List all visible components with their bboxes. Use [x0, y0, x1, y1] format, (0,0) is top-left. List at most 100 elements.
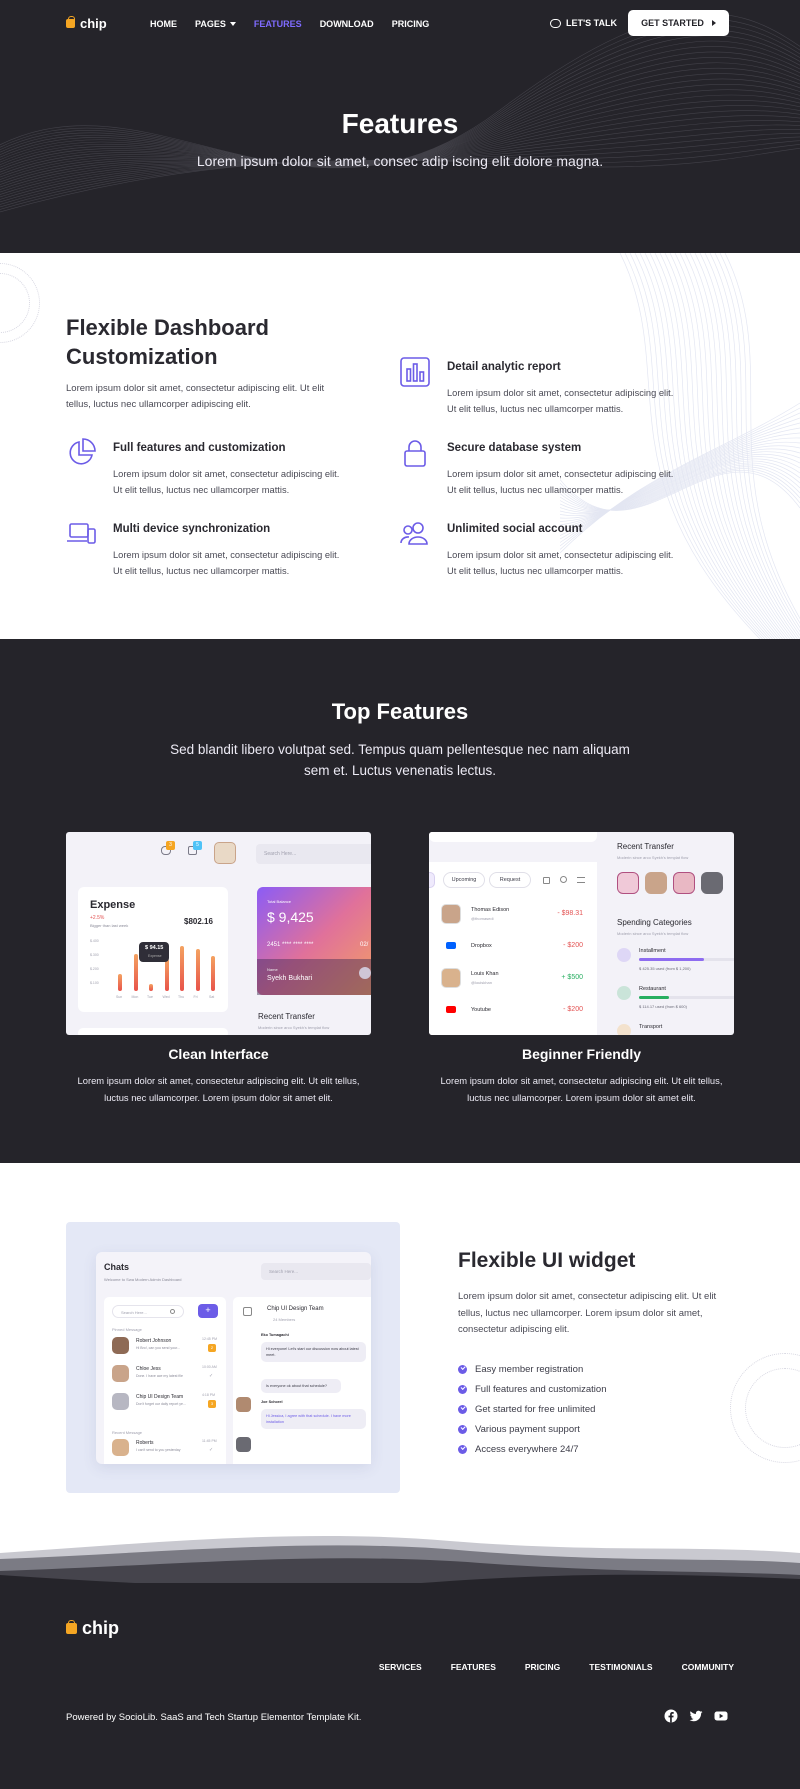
menu-item-features[interactable]: FEATURES	[254, 19, 302, 29]
top-features-section: Top Features Sed blandit libero volutpat…	[0, 639, 800, 1163]
chat-subtitle: Welcome to Swa Modern Admin Dashboard	[104, 1277, 182, 1282]
notification-badge: 5	[193, 841, 202, 850]
category-name: Installment	[639, 948, 666, 954]
avatar	[112, 1337, 129, 1354]
unread-badge: 2	[208, 1344, 216, 1352]
tab-partial[interactable]	[429, 872, 435, 888]
get-started-button[interactable]: GET STARTED	[628, 10, 729, 36]
card-holder-name: Syekh Bukhari	[267, 975, 313, 982]
contact-time: 12:45 PM	[202, 1337, 217, 1341]
search-input[interactable]: Search Here...	[256, 844, 371, 864]
expense-bar	[149, 983, 153, 991]
copyright-text: Powered by SocioLib. SaaS and Tech Start…	[66, 1712, 362, 1723]
play-arrow-icon	[711, 20, 716, 26]
message-author: Joe Schorel	[261, 1400, 283, 1404]
feature-title: Multi device synchronization	[113, 523, 271, 535]
card-title: Beginner Friendly	[521, 1046, 642, 1062]
card-title: Clean Interface	[168, 1046, 269, 1062]
footer-link-services[interactable]: SERVICES	[379, 1662, 422, 1672]
facebook-icon[interactable]	[664, 1709, 678, 1723]
contact-name[interactable]: Chip UI Design Team	[136, 1394, 183, 1400]
menu-item-download[interactable]: DOWNLOAD	[320, 19, 374, 29]
chat-app-window: Chats Welcome to Swa Modern Admin Dashbo…	[96, 1252, 371, 1464]
logo[interactable]: chip	[66, 16, 107, 31]
hero-section: chip HOME PAGES FEATURES DOWNLOAD PRICIN…	[0, 0, 800, 253]
transaction-name: Louis Khan	[471, 971, 499, 977]
spending-note: Moderin since arco Syekh's templat flow	[617, 931, 689, 936]
expense-bar	[164, 958, 169, 991]
feature-text: Lorem ipsum dolor sit amet, consectetur …	[113, 550, 340, 576]
balance-card: Total Balance $ 9,425 2451 **** **** ***…	[257, 887, 371, 995]
shopping-bag-icon	[66, 1620, 77, 1634]
twitter-icon[interactable]	[689, 1709, 703, 1723]
footer-logo[interactable]: chip	[66, 1618, 119, 1639]
footer-link-pricing[interactable]: PRICING	[525, 1662, 560, 1672]
avatar[interactable]	[701, 872, 723, 894]
avatar[interactable]	[617, 872, 639, 894]
flexible-dashboard-section: Flexible Dashboard Customization Lorem i…	[0, 253, 800, 639]
list-item: Access everywhere 24/7	[458, 1439, 606, 1459]
transaction-handle: @louiskhan	[471, 980, 492, 985]
expense-bar	[211, 956, 215, 991]
brand-mark	[446, 942, 456, 949]
footer-body	[0, 1583, 800, 1789]
x-axis-label: Tue	[147, 995, 153, 999]
expense-bar	[180, 946, 184, 991]
list-item: Various payment support	[458, 1419, 606, 1439]
transaction-amount: - $98.31	[557, 910, 583, 917]
page-subtitle: Lorem ipsum dolor sit amet, consec adip …	[196, 153, 604, 169]
menu-label: FEATURES	[253, 19, 302, 29]
category-icon	[617, 948, 631, 962]
spending-title: Spending Categories	[617, 918, 692, 927]
x-axis-label: Sat	[209, 995, 215, 999]
filter-icon[interactable]	[577, 877, 585, 883]
category-name: Transport	[639, 1024, 663, 1030]
section-title: Top Features	[331, 699, 469, 724]
x-axis-label: Sun	[116, 995, 123, 999]
category-icon	[617, 986, 631, 1000]
y-axis-label: $.300	[90, 953, 99, 957]
tab-request[interactable]: Request	[489, 872, 531, 888]
menu-item-home[interactable]: HOME	[150, 19, 177, 29]
avatar[interactable]	[645, 872, 667, 894]
calendar-icon[interactable]	[543, 877, 550, 884]
expense-note: Bigger than last week	[90, 923, 129, 928]
transaction-name: Dropbox	[471, 943, 492, 949]
contact-preview: Don't forget our daily report ye...	[136, 1402, 186, 1406]
menu-item-pricing[interactable]: PRICING	[392, 19, 430, 29]
ui-widget-section: Chats Welcome to Swa Modern Admin Dashbo…	[0, 1163, 800, 1523]
search-input[interactable]: Search Here...	[261, 1263, 371, 1280]
avatar[interactable]	[214, 842, 236, 864]
footer-link-features[interactable]: FEATURES	[451, 1662, 496, 1672]
avatar[interactable]	[673, 872, 695, 894]
footer-link-testimonials[interactable]: TESTIMONIALS	[589, 1662, 652, 1672]
footer-link-community[interactable]: COMMUNITY	[682, 1662, 734, 1672]
balance-label: Total Balance	[267, 899, 292, 904]
contact-name[interactable]: Robert Johnson	[136, 1338, 171, 1344]
thread-members: 24 Members	[273, 1317, 296, 1322]
lets-talk-link[interactable]: LET'S TALK	[550, 18, 617, 28]
message-author: Eko Tumagachi	[261, 1333, 289, 1337]
tab-upcoming[interactable]: Upcoming	[443, 872, 485, 888]
youtube-icon[interactable]	[714, 1709, 728, 1723]
users-icon	[400, 522, 428, 545]
card-number: 2451 **** **** ****	[267, 942, 314, 948]
search-icon	[170, 1309, 175, 1314]
lets-talk-label: LET'S TALK	[566, 18, 617, 28]
chevron-down-icon	[229, 22, 236, 26]
search-icon[interactable]	[560, 876, 567, 883]
clean-interface-screenshot: 3 5 Search Here... Expense +2.5% Bigger …	[66, 832, 371, 1035]
section-title: Flexible UI widget	[458, 1249, 636, 1272]
feature-text: Lorem ipsum dolor sit amet, consectetur …	[447, 550, 674, 576]
list-item: Get started for free unlimited	[458, 1399, 606, 1419]
chat-widget-preview: Chats Welcome to Swa Modern Admin Dashbo…	[66, 1222, 400, 1493]
notification-badge: 3	[166, 841, 175, 850]
list-item: Easy member registration	[458, 1359, 606, 1379]
menu-item-pages[interactable]: PAGES	[195, 19, 236, 29]
contact-time: 11:45 PM	[202, 1439, 217, 1443]
contact-name[interactable]: Roberts	[136, 1440, 154, 1446]
contact-name[interactable]: Chloe Jess	[136, 1366, 161, 1372]
add-chat-button[interactable]: +	[198, 1304, 218, 1318]
feature-text: Lorem ipsum dolor sit amet, consectetur …	[447, 469, 674, 495]
chat-list-panel: Search Here... + Pinned Message Robert J…	[104, 1297, 226, 1464]
